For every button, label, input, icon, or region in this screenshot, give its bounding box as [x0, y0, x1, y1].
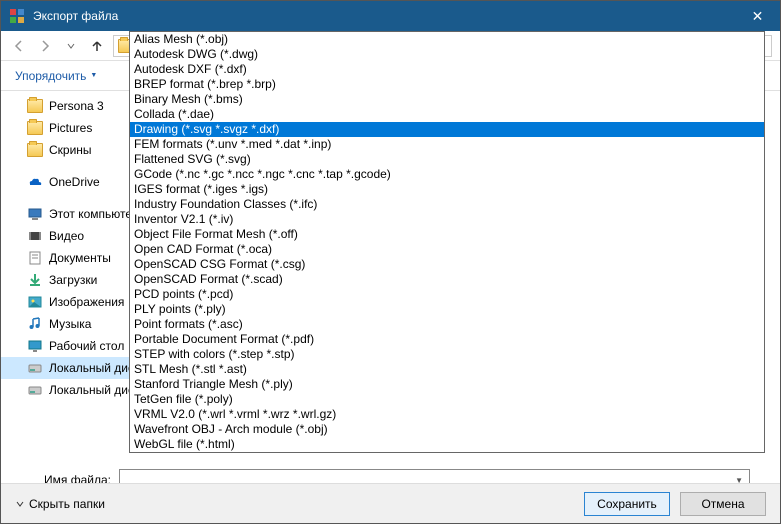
filetype-option[interactable]: Stanford Triangle Mesh (*.ply) [130, 377, 764, 392]
filetype-option[interactable]: Autodesk DWG (*.dwg) [130, 47, 764, 62]
filetype-option[interactable]: STL Mesh (*.stl *.ast) [130, 362, 764, 377]
images-icon [27, 294, 43, 310]
cancel-button[interactable]: Отмена [680, 492, 766, 516]
sidebar-item[interactable]: Persona 3 [1, 95, 129, 117]
dialog-footer: Скрыть папки Сохранить Отмена [1, 483, 780, 523]
filetype-option[interactable]: STEP with colors (*.step *.stp) [130, 347, 764, 362]
disk-icon [27, 360, 43, 376]
sidebar-item[interactable]: Музыка [1, 313, 129, 335]
save-button[interactable]: Сохранить [584, 492, 670, 516]
sidebar-item[interactable]: Документы [1, 247, 129, 269]
sidebar-item[interactable]: Скрины [1, 139, 129, 161]
sidebar-item[interactable]: Загрузки [1, 269, 129, 291]
app-icon [9, 8, 25, 24]
folder-icon [27, 142, 43, 158]
sidebar-item[interactable]: Рабочий стол [1, 335, 129, 357]
pc-icon [27, 206, 43, 222]
downloads-icon [27, 272, 43, 288]
filetype-option[interactable]: OpenSCAD CSG Format (*.csg) [130, 257, 764, 272]
filetype-option[interactable]: Alias Mesh (*.obj) [130, 32, 764, 47]
filetype-option[interactable]: PLY points (*.ply) [130, 302, 764, 317]
filetype-option[interactable]: Wavefront OBJ - Arch module (*.obj) [130, 422, 764, 437]
filetype-option[interactable]: Object File Format Mesh (*.off) [130, 227, 764, 242]
filetype-option[interactable]: Binary Mesh (*.bms) [130, 92, 764, 107]
filetype-option[interactable]: Flattened SVG (*.svg) [130, 152, 764, 167]
filetype-option[interactable]: GCode (*.nc *.gc *.ncc *.ngc *.cnc *.tap… [130, 167, 764, 182]
hide-folders-button[interactable]: Скрыть папки [15, 497, 105, 511]
docs-icon [27, 250, 43, 266]
filetype-option[interactable]: TetGen file (*.poly) [130, 392, 764, 407]
filetype-option[interactable]: Drawing (*.svg *.svgz *.dxf) [130, 122, 764, 137]
organize-label: Упорядочить [15, 69, 86, 83]
desktop-icon [27, 338, 43, 354]
filetype-option[interactable]: IGES format (*.iges *.igs) [130, 182, 764, 197]
dropdown-history[interactable] [61, 36, 81, 56]
filetype-option[interactable]: FEM formats (*.unv *.med *.dat *.inp) [130, 137, 764, 152]
sidebar-item[interactable]: Локальный диск [1, 357, 129, 379]
filetype-option[interactable]: BREP format (*.brep *.brp) [130, 77, 764, 92]
sidebar-item[interactable]: Pictures [1, 117, 129, 139]
disk-icon [27, 382, 43, 398]
folder-icon [27, 98, 43, 114]
filetype-option[interactable]: Autodesk DXF (*.dxf) [130, 62, 764, 77]
music-icon [27, 316, 43, 332]
filetype-option[interactable]: Point formats (*.asc) [130, 317, 764, 332]
filetype-dropdown-list[interactable]: Alias Mesh (*.obj)Autodesk DWG (*.dwg)Au… [129, 31, 765, 453]
titlebar: Экспорт файла ✕ [1, 1, 780, 31]
onedrive-icon [27, 174, 43, 190]
filetype-option[interactable]: PCD points (*.pcd) [130, 287, 764, 302]
chevron-down-icon: ▼ [90, 72, 97, 79]
chevron-down-icon [15, 499, 25, 509]
filetype-option[interactable]: OpenSCAD Format (*.scad) [130, 272, 764, 287]
filetype-option[interactable]: Portable Document Format (*.pdf) [130, 332, 764, 347]
up-button[interactable] [87, 36, 107, 56]
folder-icon [27, 120, 43, 136]
filetype-option[interactable]: Industry Foundation Classes (*.ifc) [130, 197, 764, 212]
close-button[interactable]: ✕ [735, 1, 780, 31]
video-icon [27, 228, 43, 244]
window-title: Экспорт файла [33, 9, 735, 23]
sidebar-item[interactable]: Видео [1, 225, 129, 247]
filetype-option[interactable]: WebGL file (*.html) [130, 437, 764, 452]
filetype-option[interactable]: VRML V2.0 (*.wrl *.vrml *.wrz *.wrl.gz) [130, 407, 764, 422]
sidebar-item[interactable]: Этот компьютер [1, 203, 129, 225]
sidebar-item[interactable]: OneDrive [1, 171, 129, 193]
organize-menu[interactable]: Упорядочить ▼ [15, 69, 97, 83]
filetype-option[interactable]: Collada (*.dae) [130, 107, 764, 122]
forward-button[interactable] [35, 36, 55, 56]
sidebar-tree[interactable]: Persona 3PicturesСкрины OneDrive Этот комп… [1, 91, 129, 461]
filetype-option[interactable]: Inventor V2.1 (*.iv) [130, 212, 764, 227]
filetype-option[interactable]: Open CAD Format (*.oca) [130, 242, 764, 257]
sidebar-item[interactable]: Локальный диск [1, 379, 129, 401]
back-button[interactable] [9, 36, 29, 56]
sidebar-item[interactable]: Изображения [1, 291, 129, 313]
